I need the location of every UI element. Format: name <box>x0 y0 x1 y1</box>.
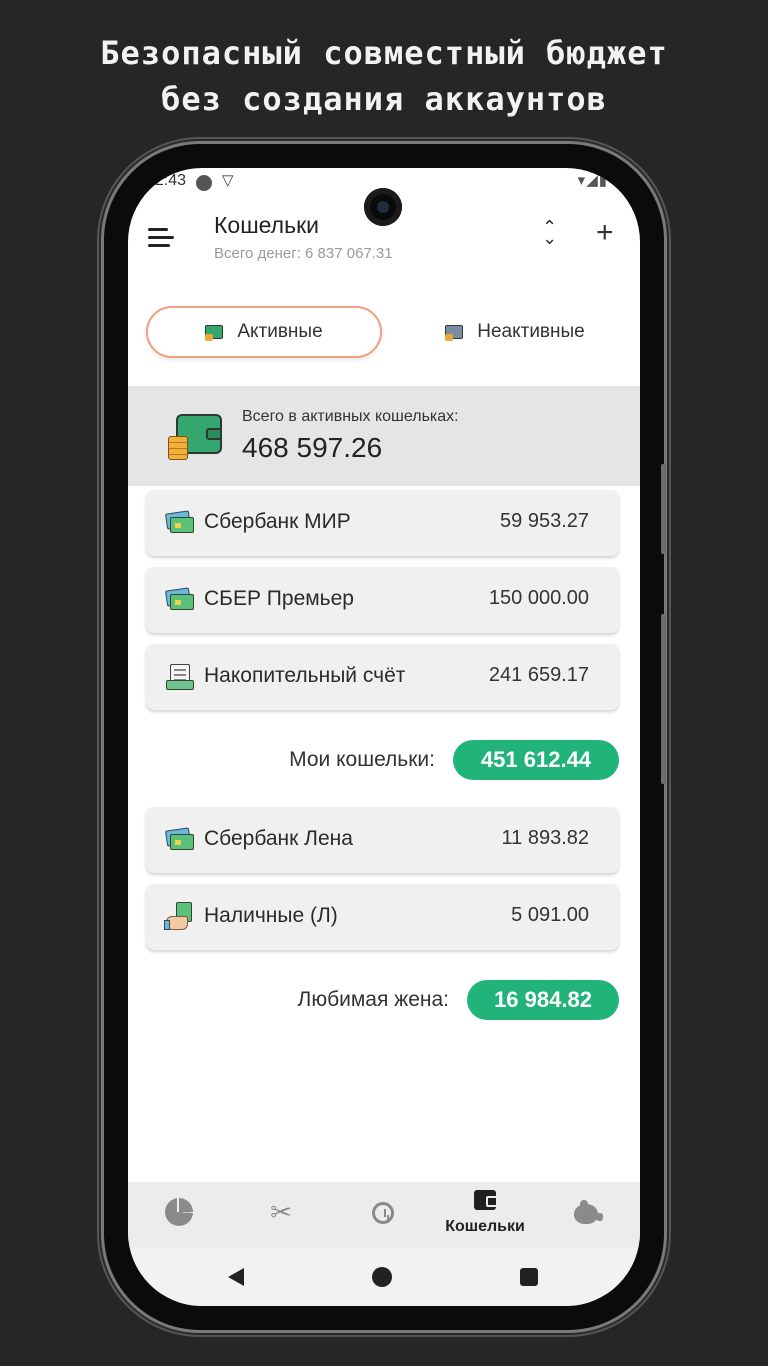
promo-headline: Безопасный совместный бюджет без создани… <box>0 30 768 122</box>
cash-hand-icon <box>164 902 194 930</box>
tab-inactive[interactable]: Неактивные <box>408 306 622 358</box>
power-button <box>661 614 666 784</box>
vpn-icon: ▽ <box>222 172 234 189</box>
circle-notification-icon <box>196 175 212 191</box>
wallet-amount: 11 893.82 <box>501 827 590 849</box>
wallet-name: Накопительный счёт <box>204 664 406 687</box>
group-total-label: Любимая жена: <box>297 988 449 1011</box>
wallet-coins-icon <box>168 410 224 462</box>
tab-inactive-label: Неактивные <box>477 321 585 342</box>
wallet-inactive-icon <box>445 323 465 341</box>
wallet-item[interactable]: Сбербанк МИР 59 953.27 <box>146 490 619 556</box>
active-total-summary: Всего в активных кошельках: 468 597.26 <box>128 386 640 486</box>
summary-label: Всего в активных кошельках: <box>242 408 459 425</box>
wallet-amount: 241 659.17 <box>488 664 589 686</box>
bank-cards-icon <box>165 510 194 534</box>
sort-icon[interactable]: ⌃ ⌄ <box>542 218 557 247</box>
wallet-name: Сбербанк Лена <box>204 827 353 850</box>
history-icon <box>372 1202 394 1224</box>
page-title: Кошельки <box>214 212 319 238</box>
wallet-amount: 5 091.00 <box>511 904 589 926</box>
promo-line-2: без создания аккаунтов <box>161 80 607 118</box>
tab-active-label: Активные <box>237 321 323 342</box>
group-total-wife: Любимая жена: 16 984.82 <box>128 980 619 1020</box>
nav-wallets[interactable]: Кошельки <box>434 1182 536 1248</box>
app-bar: Кошельки Всего денег: 6 837 067.31 ⌃ ⌄ + <box>128 204 640 274</box>
nav-statistics[interactable] <box>128 1182 230 1248</box>
group-total-badge: 451 612.44 <box>453 740 619 780</box>
wallet-item[interactable]: СБЕР Премьер 150 000.00 <box>146 567 619 633</box>
group-total-badge: 16 984.82 <box>467 980 619 1020</box>
wallet-item[interactable]: Накопительный счёт 241 659.17 <box>146 644 619 710</box>
tools-icon: ✂ <box>270 1197 292 1227</box>
signal-battery-icons: ▾◢▮ <box>577 172 608 189</box>
wallet-icon <box>205 323 225 341</box>
add-icon[interactable]: + <box>596 216 614 250</box>
home-icon[interactable] <box>372 1267 392 1287</box>
savings-account-icon <box>166 664 194 690</box>
wallet-item[interactable]: Сбербанк Лена 11 893.82 <box>146 807 619 873</box>
status-time: 22:43 <box>146 172 187 189</box>
nav-wallets-label: Кошельки <box>445 1218 525 1235</box>
wallet-amount: 150 000.00 <box>488 587 589 609</box>
wallet-tabs: Активные Неактивные <box>128 306 640 358</box>
system-navigation-bar <box>128 1248 640 1306</box>
nav-savings[interactable] <box>536 1182 638 1248</box>
wallet-amount: 59 953.27 <box>500 510 589 532</box>
back-icon[interactable] <box>228 1268 244 1286</box>
wallet-name: СБЕР Премьер <box>204 587 354 610</box>
summary-value: 468 597.26 <box>242 432 383 463</box>
pie-chart-icon <box>165 1198 193 1226</box>
nav-tools[interactable]: ✂ <box>230 1182 332 1248</box>
tab-active[interactable]: Активные <box>146 306 382 358</box>
wallet-item[interactable]: Наличные (Л) 5 091.00 <box>146 884 619 950</box>
nav-history[interactable] <box>332 1182 434 1248</box>
wallet-name: Наличные (Л) <box>204 904 338 927</box>
piggy-bank-icon <box>574 1200 603 1224</box>
menu-icon[interactable] <box>148 228 176 250</box>
volume-button <box>661 464 666 554</box>
group-total-my-wallets: Мои кошельки: 451 612.44 <box>128 740 619 780</box>
group-total-label: Мои кошельки: <box>289 748 435 771</box>
app-screen: 22:43 ▽ ▾◢▮ Кошельки Всего денег: 6 837 … <box>128 168 640 1306</box>
bank-cards-icon <box>165 587 194 611</box>
bank-cards-icon <box>165 827 194 851</box>
total-money-subtitle: Всего денег: 6 837 067.31 <box>214 245 393 262</box>
wallet-name: Сбербанк МИР <box>204 510 351 533</box>
recent-apps-icon[interactable] <box>520 1268 538 1286</box>
promo-line-1: Безопасный совместный бюджет <box>100 34 668 72</box>
phone-frame: 22:43 ▽ ▾◢▮ Кошельки Всего денег: 6 837 … <box>104 144 666 1330</box>
bottom-navigation: ✂ Кошельки <box>128 1182 640 1248</box>
wallet-icon <box>474 1190 498 1210</box>
